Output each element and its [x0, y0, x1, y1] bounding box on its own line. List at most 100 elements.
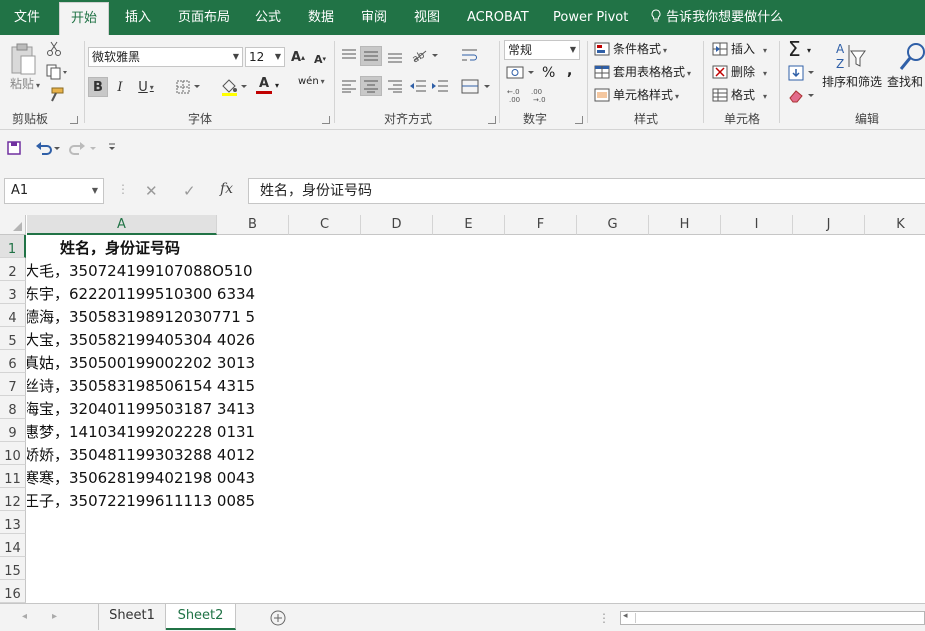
copy-icon[interactable] [46, 64, 68, 80]
tab-file[interactable]: 文件 [14, 0, 40, 35]
cell-a2[interactable]: 大毛，350724199107088O510 [27, 260, 253, 283]
horizontal-scrollbar[interactable]: ◂ [620, 611, 925, 625]
column-header-i[interactable]: I [721, 215, 793, 235]
delete-cells-button[interactable]: 删除 ▾ [731, 63, 767, 83]
row-header-12[interactable]: 12 [0, 488, 26, 511]
orientation-icon[interactable]: ab [410, 47, 438, 63]
scroll-sheets-right-icon[interactable]: ▸ [52, 608, 57, 626]
cell-a8[interactable]: 海宝，320401199503187 3413 [27, 398, 255, 421]
cell-a11[interactable]: 寒寒，350628199402198 0043 [27, 467, 255, 490]
cell-a4[interactable]: 德海，350583198912030771 5 [27, 306, 255, 329]
cell-a7[interactable]: 丝诗，350583198506154 4315 [27, 375, 255, 398]
name-box[interactable]: A1 ▼ [4, 178, 104, 204]
underline-button[interactable]: U ▾ [133, 77, 159, 97]
font-color-button[interactable]: A [254, 75, 274, 95]
tab-data[interactable]: 数据 [308, 0, 334, 35]
format-as-table-button[interactable]: 套用表格格式 ▾ [613, 63, 691, 83]
format-cells-icon[interactable] [712, 88, 728, 102]
scroll-left-icon[interactable]: ◂ [623, 611, 628, 621]
column-header-b[interactable]: B [217, 215, 289, 235]
tab-acrobat[interactable]: ACROBAT [467, 0, 529, 35]
row-header-14[interactable]: 14 [0, 534, 26, 557]
row-header-16[interactable]: 16 [0, 580, 26, 603]
cell-a9[interactable]: 惠梦，141034199202228 0131 [27, 421, 255, 444]
row-header-9[interactable]: 9 [0, 419, 26, 442]
tab-page-layout[interactable]: 页面布局 [178, 0, 230, 35]
conditional-formatting-button[interactable]: 条件格式 ▾ [613, 40, 667, 60]
row-header-7[interactable]: 7 [0, 373, 26, 396]
decrease-indent-icon[interactable] [409, 79, 427, 93]
accounting-format-icon[interactable] [506, 65, 536, 81]
scroll-thumb[interactable] [635, 613, 915, 623]
customize-qat-icon[interactable] [108, 142, 116, 152]
tab-review[interactable]: 审阅 [361, 0, 387, 35]
column-header-g[interactable]: G [577, 215, 649, 235]
clear-icon[interactable] [788, 88, 816, 104]
insert-function-button[interactable]: fx [220, 181, 233, 197]
percent-style-button[interactable]: % [542, 64, 555, 82]
align-top-icon[interactable] [341, 48, 357, 62]
cell-styles-button[interactable]: 单元格样式 ▾ [613, 86, 679, 106]
tab-power-pivot[interactable]: Power Pivot [553, 0, 628, 35]
column-header-a[interactable]: A [27, 215, 217, 235]
tab-view[interactable]: 视图 [414, 0, 440, 35]
row-header-6[interactable]: 6 [0, 350, 26, 373]
fill-down-icon[interactable] [788, 65, 816, 81]
column-header-d[interactable]: D [361, 215, 433, 235]
cell-a5[interactable]: 大宝，350582199405304 4026 [27, 329, 255, 352]
sort-filter-icon[interactable]: AZ [834, 41, 868, 73]
column-header-e[interactable]: E [433, 215, 505, 235]
scroll-sheets-left-icon[interactable]: ◂ [22, 608, 27, 626]
increase-decimal-icon[interactable]: ←.0.00 [506, 87, 526, 103]
row-header-10[interactable]: 10 [0, 442, 26, 465]
cell-a12[interactable]: 王子，350722199611113 0085 [27, 490, 255, 513]
tab-home[interactable]: 开始 [59, 2, 109, 35]
enter-icon[interactable]: ✓ [183, 182, 196, 200]
row-header-5[interactable]: 5 [0, 327, 26, 350]
tab-insert[interactable]: 插入 [125, 0, 151, 35]
phonetic-guide-button[interactable]: wén ▾ [298, 73, 325, 91]
bold-button[interactable]: B [88, 77, 108, 97]
autosum-icon[interactable]: Σ [788, 37, 801, 61]
tell-me-box[interactable]: 告诉我你想要做什么 [650, 0, 783, 35]
row-header-3[interactable]: 3 [0, 281, 26, 304]
column-header-f[interactable]: F [505, 215, 577, 235]
cell-a10[interactable]: 娇娇，350481199303288 4012 [27, 444, 255, 467]
cell-styles-icon[interactable] [594, 88, 610, 102]
formula-bar-resize-icon[interactable]: ⋮ [117, 182, 129, 196]
tab-formulas[interactable]: 公式 [255, 0, 281, 35]
paste-icon[interactable] [9, 42, 37, 76]
shrink-font-button[interactable]: A ▾ [312, 49, 328, 69]
column-header-h[interactable]: H [649, 215, 721, 235]
row-header-13[interactable]: 13 [0, 511, 26, 534]
split-handle-icon[interactable]: ⋮ [598, 609, 610, 627]
select-all-corner[interactable] [0, 215, 26, 235]
worksheet-grid[interactable]: ABCDEFGHIJK 1234567891011121314151617 姓名… [0, 215, 925, 603]
cancel-icon[interactable]: ✕ [145, 182, 158, 200]
sheet-tab-sheet1[interactable]: Sheet1 [98, 604, 166, 630]
font-size-select[interactable]: 12 ▼ [245, 47, 285, 67]
formula-input[interactable]: 姓名，身份证号码 [248, 178, 925, 204]
alignment-launcher-icon[interactable] [488, 116, 496, 124]
column-header-j[interactable]: J [793, 215, 865, 235]
row-header-15[interactable]: 15 [0, 557, 26, 580]
paste-button-label[interactable]: 粘贴 ▾ [10, 75, 40, 95]
font-name-select[interactable]: 微软雅黑 ▼ [88, 47, 243, 67]
fill-color-icon[interactable] [220, 78, 248, 96]
row-header-8[interactable]: 8 [0, 396, 26, 419]
column-header-k[interactable]: K [865, 215, 925, 235]
clipboard-launcher-icon[interactable] [70, 116, 78, 124]
row-header-11[interactable]: 11 [0, 465, 26, 488]
align-center-button[interactable] [360, 76, 382, 96]
autosum-dropdown-icon[interactable]: ▾ [807, 42, 811, 60]
font-launcher-icon[interactable] [322, 116, 330, 124]
comma-style-button[interactable]: , [567, 62, 572, 80]
cut-icon[interactable] [46, 41, 62, 57]
undo-icon[interactable] [35, 140, 61, 156]
delete-cells-icon[interactable] [712, 65, 728, 79]
add-sheet-icon[interactable] [270, 610, 286, 626]
format-as-table-icon[interactable] [594, 65, 610, 79]
insert-cells-icon[interactable] [712, 42, 728, 56]
save-icon[interactable] [7, 141, 21, 155]
format-cells-button[interactable]: 格式 ▾ [731, 86, 767, 106]
